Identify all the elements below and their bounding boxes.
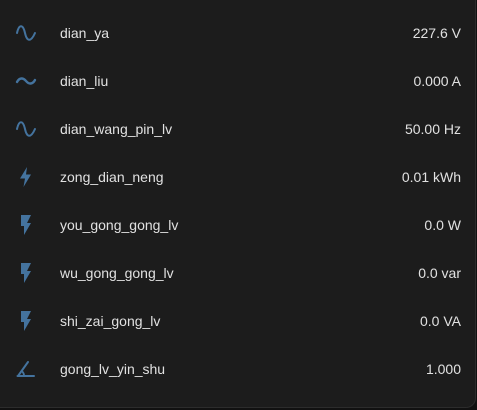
entity-name: shi_zai_gong_lv (60, 313, 161, 329)
entity-name: gong_lv_yin_shu (60, 361, 166, 377)
angle-acute-icon (14, 357, 38, 381)
entity-name: dian_ya (60, 25, 110, 41)
entity-state: 1.000 (425, 361, 461, 377)
entity-state: 0.01 kWh (401, 169, 461, 185)
entity-name: dian_wang_pin_lv (60, 121, 173, 137)
entity-state: 0.0 W (424, 217, 461, 233)
entity-row-you-gong-gong-lv[interactable]: you_gong_gong_lv 0.0 W (0, 201, 475, 249)
flash-icon (14, 261, 38, 285)
lightning-bolt-icon (14, 165, 38, 189)
entity-name: you_gong_gong_lv (60, 217, 179, 233)
entities-card: dian_ya 227.6 V dian_liu 0.000 A dian_wa… (0, 0, 476, 408)
entity-name: wu_gong_gong_lv (60, 265, 174, 281)
sine-wave-icon (14, 117, 38, 141)
entity-row-shi-zai-gong-lv[interactable]: shi_zai_gong_lv 0.0 VA (0, 297, 475, 345)
flash-icon (14, 213, 38, 237)
entity-state: 227.6 V (412, 25, 461, 41)
entity-state: 0.0 VA (420, 313, 461, 329)
entity-name: dian_liu (60, 73, 109, 89)
entity-state: 50.00 Hz (404, 121, 461, 137)
current-ac-icon (14, 69, 38, 93)
entity-state: 0.0 var (418, 265, 461, 281)
entity-row-gong-lv-yin-shu[interactable]: gong_lv_yin_shu 1.000 (0, 345, 475, 393)
entity-state: 0.000 A (413, 73, 462, 89)
entity-row-dian-liu[interactable]: dian_liu 0.000 A (0, 57, 475, 105)
entity-row-dian-wang-pin-lv[interactable]: dian_wang_pin_lv 50.00 Hz (0, 105, 475, 153)
entity-row-dian-ya[interactable]: dian_ya 227.6 V (0, 9, 475, 57)
entity-row-zong-dian-neng[interactable]: zong_dian_neng 0.01 kWh (0, 153, 475, 201)
sine-wave-icon (14, 21, 38, 45)
entity-name: zong_dian_neng (60, 169, 164, 185)
entity-row-wu-gong-gong-lv[interactable]: wu_gong_gong_lv 0.0 var (0, 249, 475, 297)
flash-icon (14, 309, 38, 333)
